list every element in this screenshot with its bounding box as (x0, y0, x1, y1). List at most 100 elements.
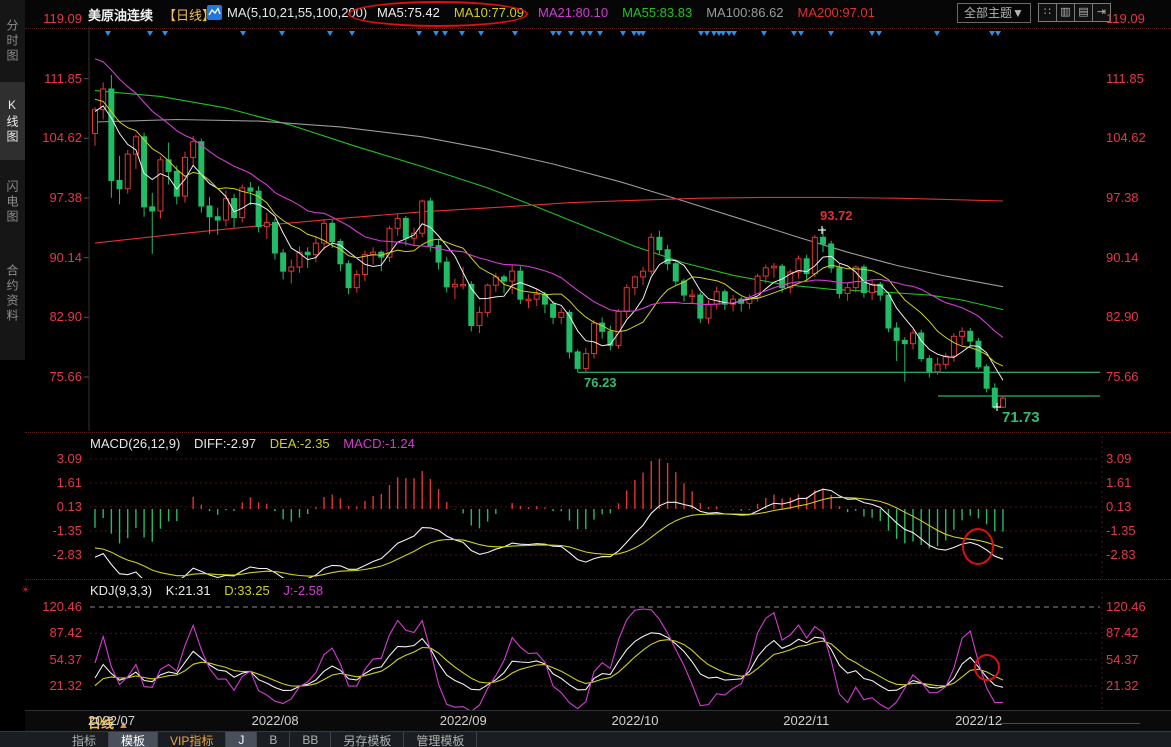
month-label: 2022/08 (252, 713, 299, 728)
kdj-params: KDJ(9,3,3) (90, 583, 152, 598)
signal-marker (620, 31, 626, 36)
signal-marker (798, 31, 804, 36)
macd-params: MACD(26,12,9) (90, 436, 180, 451)
left-sidebar: 分时图 K线图 闪电图 合约资料 (0, 0, 26, 360)
signal-marker (442, 31, 448, 36)
macd-panel (90, 459, 1100, 587)
bottom-tab[interactable]: VIP指标 (158, 732, 226, 747)
bottom-tab[interactable]: 模板 (109, 732, 158, 747)
chart-style-button[interactable]: ▤ (1074, 3, 1093, 22)
candle (534, 294, 539, 299)
kdj-cross-highlight (974, 654, 1000, 681)
candle (305, 252, 310, 254)
candle (583, 354, 588, 369)
candle (886, 295, 891, 328)
macd-header: MACD(26,12,9) DIFF:-2.97 DEA:-2.35 MACD:… (90, 436, 425, 451)
axis-tick-label: -1.35 (1106, 523, 1136, 539)
symbol-title: 美原油连续 (88, 5, 153, 24)
theme-select-button[interactable]: 全部主题▼ (957, 3, 1031, 23)
candle (117, 180, 122, 188)
candle (150, 207, 155, 211)
bottom-tab-bar: 指标模板VIP指标JBBB另存模板管理模板 (0, 731, 1171, 747)
signal-marker (279, 31, 285, 36)
candle (591, 323, 596, 353)
axis-tick-label: 54.37 (1106, 652, 1139, 668)
signal-marker (640, 31, 646, 36)
separator-kdj (25, 579, 1171, 580)
signal-marker (631, 31, 637, 36)
axis-tick-label: -2.83 (0, 547, 82, 563)
panes-layout-button[interactable]: ▥ (1056, 3, 1075, 22)
candle (559, 312, 564, 317)
signal-marker (327, 31, 333, 36)
ma-line (95, 99, 1003, 366)
candle (641, 271, 646, 277)
signal-marker (587, 31, 593, 36)
candle (444, 262, 449, 287)
axis-tick-label: 97.38 (1106, 190, 1139, 206)
ma-value-label: MA21:80.10 (538, 5, 608, 20)
ma-line (95, 633, 1003, 691)
signal-marker (556, 31, 562, 36)
bottom-tab[interactable]: BB (290, 732, 331, 747)
signal-marker (550, 31, 556, 36)
ma-line (95, 106, 1003, 380)
top-bar: 美原油连续 【日线】 MA(5,10,21,55,100,200) MA5:75… (25, 0, 1171, 27)
signal-marker (240, 31, 246, 36)
candle (575, 352, 580, 368)
indicator-settings-icon[interactable]: ☀ (21, 585, 30, 596)
signal-marker (459, 31, 465, 36)
bottom-tab[interactable]: 指标 (60, 732, 109, 747)
candle (264, 223, 269, 227)
candle (911, 333, 916, 344)
candle (428, 201, 433, 246)
axis-tick-label: 119.09 (0, 11, 82, 27)
candle (510, 271, 515, 281)
bottom-tab[interactable]: J (226, 732, 257, 747)
signal-marker (105, 31, 111, 36)
kdj-panel (90, 607, 1100, 711)
signal-marker (568, 31, 574, 36)
candle (452, 284, 457, 286)
candle (207, 206, 212, 217)
signal-marker (698, 31, 704, 36)
macd-dea-value: DEA:-2.35 (270, 436, 330, 451)
scroll-track[interactable] (1000, 723, 1140, 724)
month-label: 2022/10 (612, 713, 659, 728)
candle (714, 292, 719, 304)
price-annotation: 71.73 (1002, 409, 1040, 426)
signal-marker (828, 31, 834, 36)
bottom-tab[interactable]: 管理模板 (404, 732, 477, 747)
axis-tick-label: 3.09 (1106, 451, 1131, 467)
candle (968, 331, 973, 341)
candle (632, 277, 637, 288)
bottom-tab[interactable]: B (257, 732, 290, 747)
signal-marker (876, 31, 882, 36)
axis-tick-label: 21.32 (1106, 678, 1139, 694)
axis-tick-label: 111.85 (1106, 71, 1144, 87)
candle (665, 250, 670, 264)
candle (763, 268, 768, 276)
candle (191, 142, 196, 158)
candle (657, 237, 662, 249)
candle (174, 171, 179, 196)
grid-layout-button[interactable]: ∷ (1038, 3, 1057, 22)
signal-marker (704, 31, 710, 36)
candle (870, 284, 875, 292)
kdj-header: KDJ(9,3,3) K:21.31 D:33.25 J:-2.58 (90, 583, 333, 598)
sidebar-tab-kline[interactable]: K线图 (0, 82, 25, 160)
xaxis-bar: 日线▲ 2022/072022/082022/092022/102022/112… (25, 711, 1171, 731)
candle (821, 237, 826, 244)
ma-value-label: MA200:97.01 (798, 5, 875, 20)
candle (158, 160, 163, 211)
candle (248, 188, 253, 191)
ma-line (95, 497, 1003, 576)
signal-marker (761, 31, 767, 36)
kdj-j-value: J:-2.58 (283, 583, 323, 598)
candle (346, 264, 351, 288)
price-annotation: 93.72 (820, 208, 853, 223)
ma-config-label: MA(5,10,21,55,100,200) (227, 5, 367, 20)
bottom-tab[interactable]: 另存模板 (331, 732, 404, 747)
candle (624, 288, 629, 312)
candle (649, 237, 654, 271)
